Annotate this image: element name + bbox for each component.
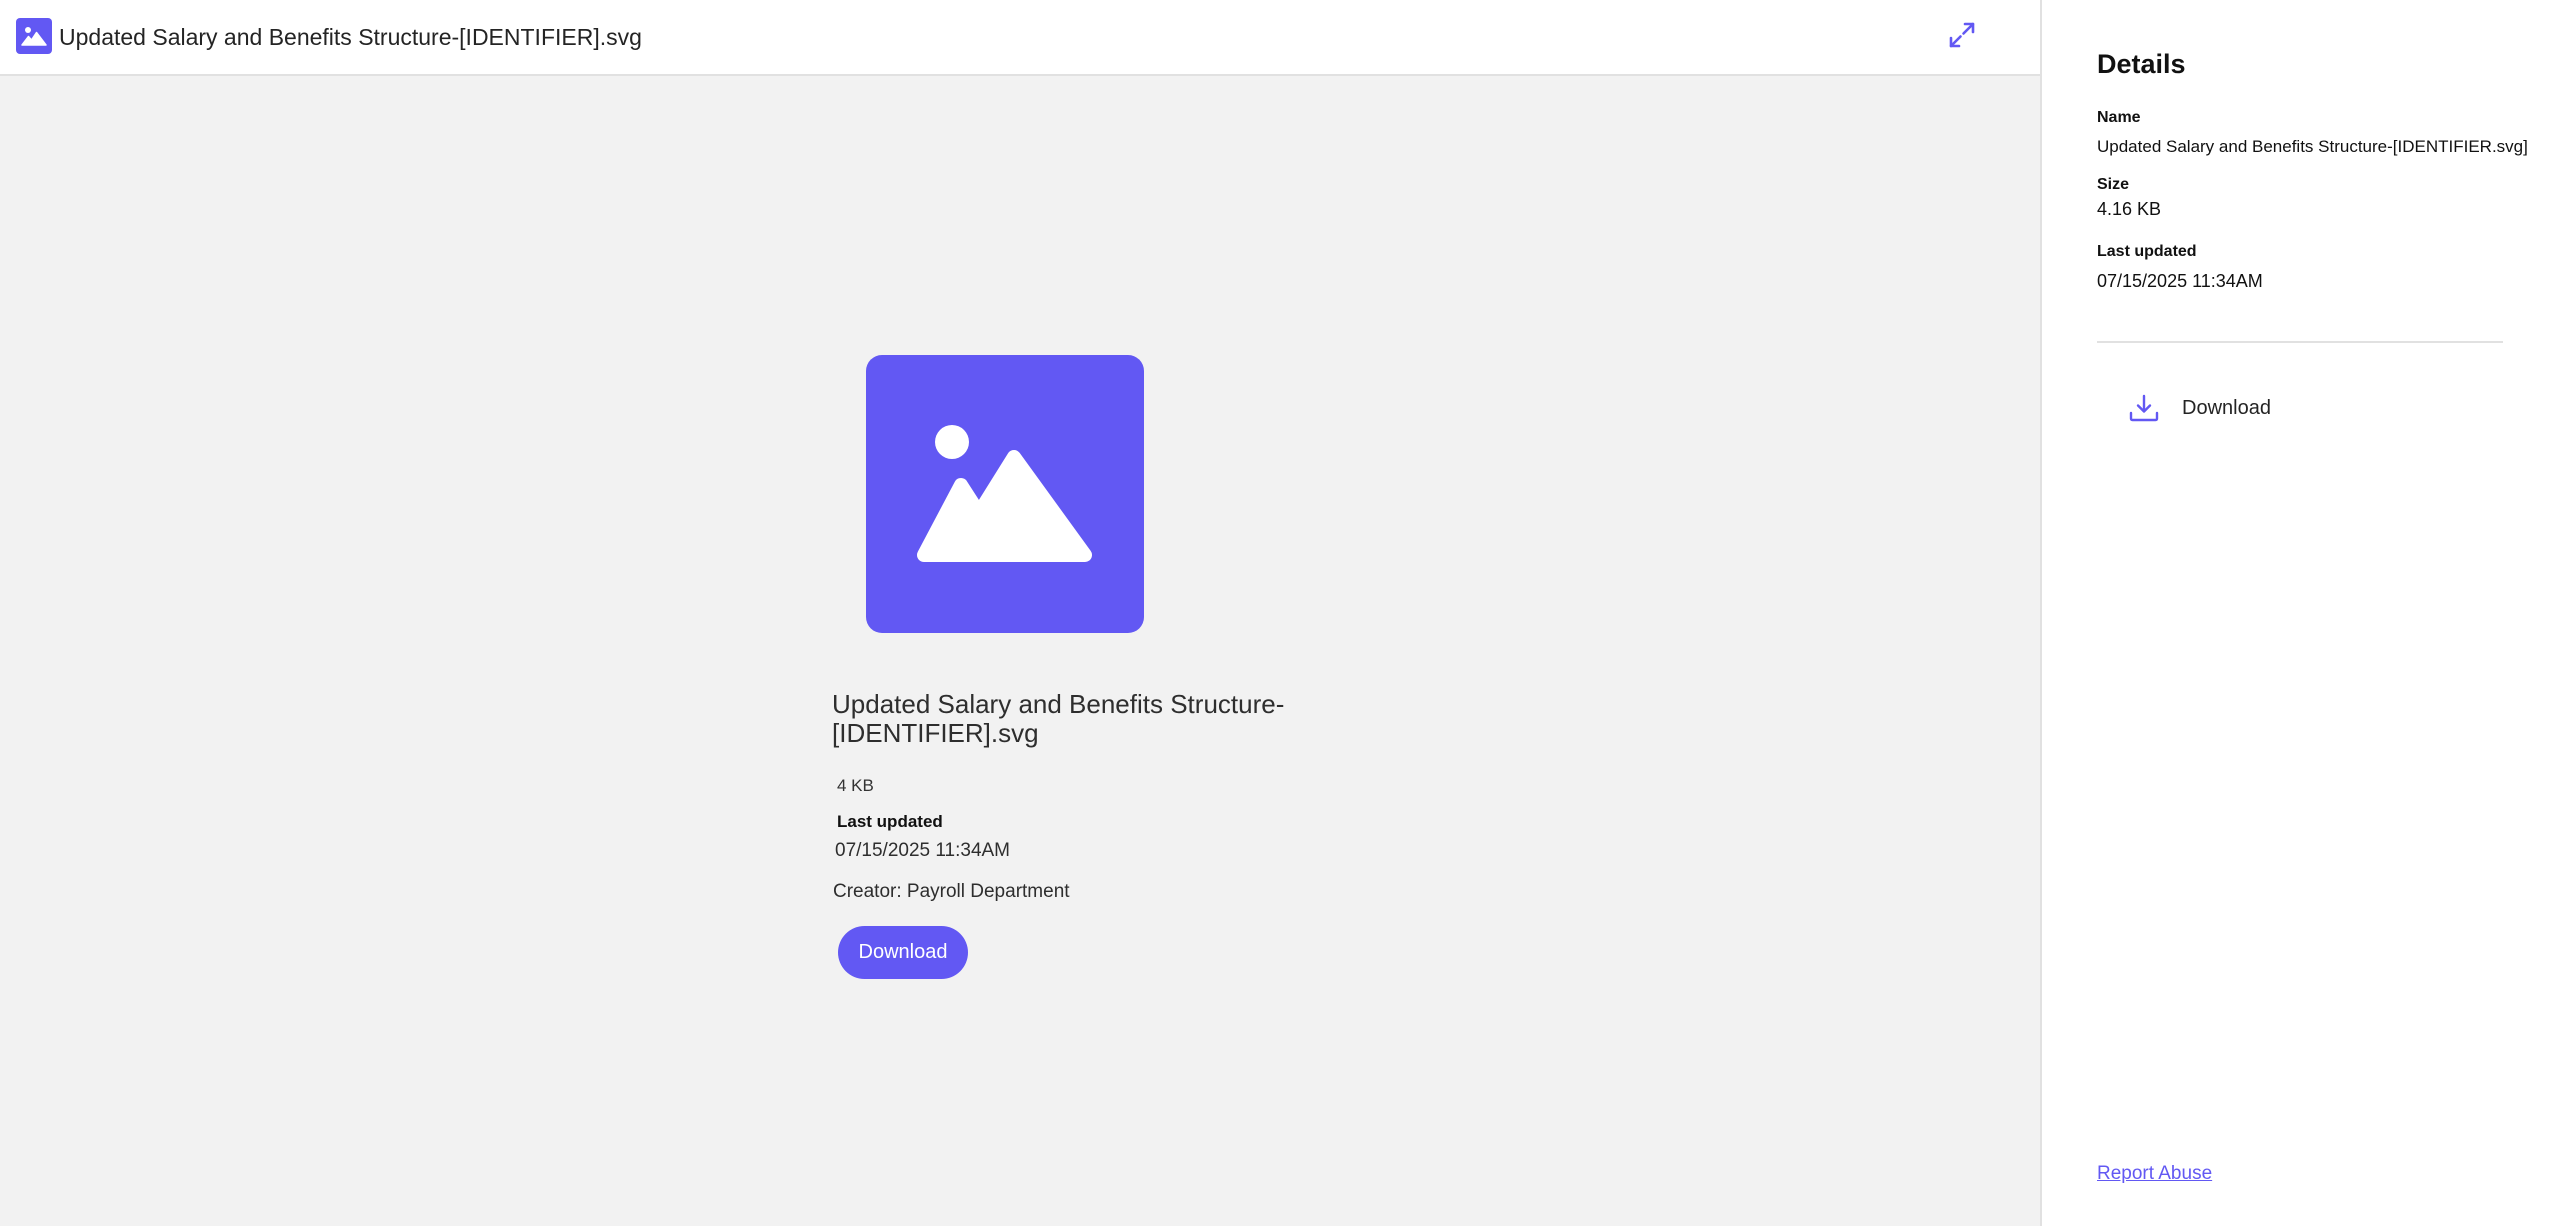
panel-download-label: Download (2182, 396, 2271, 419)
divider (2097, 341, 2503, 343)
preview-file-name: Updated Salary and Benefits Structure-[I… (832, 689, 1285, 748)
file-viewer: Updated Salary and Benefits Structure-[I… (0, 0, 2550, 1226)
file-title: Updated Salary and Benefits Structure-[I… (59, 24, 642, 50)
image-placeholder-icon (866, 355, 1144, 633)
preview-last-updated-label: Last updated (837, 812, 943, 831)
size-label: Size (2097, 176, 2130, 193)
details-panel: Details Name Updated Salary and Benefits… (2040, 0, 2550, 1226)
download-button[interactable]: Download (838, 926, 968, 979)
image-icon (16, 18, 52, 54)
report-abuse-link[interactable]: Report Abuse (2097, 1162, 2212, 1186)
preview-area: Updated Salary and Benefits Structure-[I… (0, 0, 2040, 1226)
preview-file-size: 4 KB (837, 776, 874, 795)
preview-last-updated-value: 07/15/2025 11:34AM (835, 840, 1011, 861)
details-title: Details (2097, 49, 2186, 79)
panel-download-button[interactable]: Download (2127, 388, 2271, 428)
download-icon (2127, 391, 2161, 425)
last-updated-label: Last updated (2097, 243, 2197, 260)
name-label: Name (2097, 109, 2141, 126)
top-bar: Updated Salary and Benefits Structure-[I… (0, 0, 2040, 76)
name-value: Updated Salary and Benefits Structure-[I… (2097, 137, 2528, 156)
preview-creator: Creator: Payroll Department (833, 881, 1070, 902)
size-value: 4.16 KB (2097, 199, 2162, 219)
expand-icon[interactable] (1945, 18, 1979, 52)
last-updated-value: 07/15/2025 11:34AM (2097, 271, 2263, 291)
